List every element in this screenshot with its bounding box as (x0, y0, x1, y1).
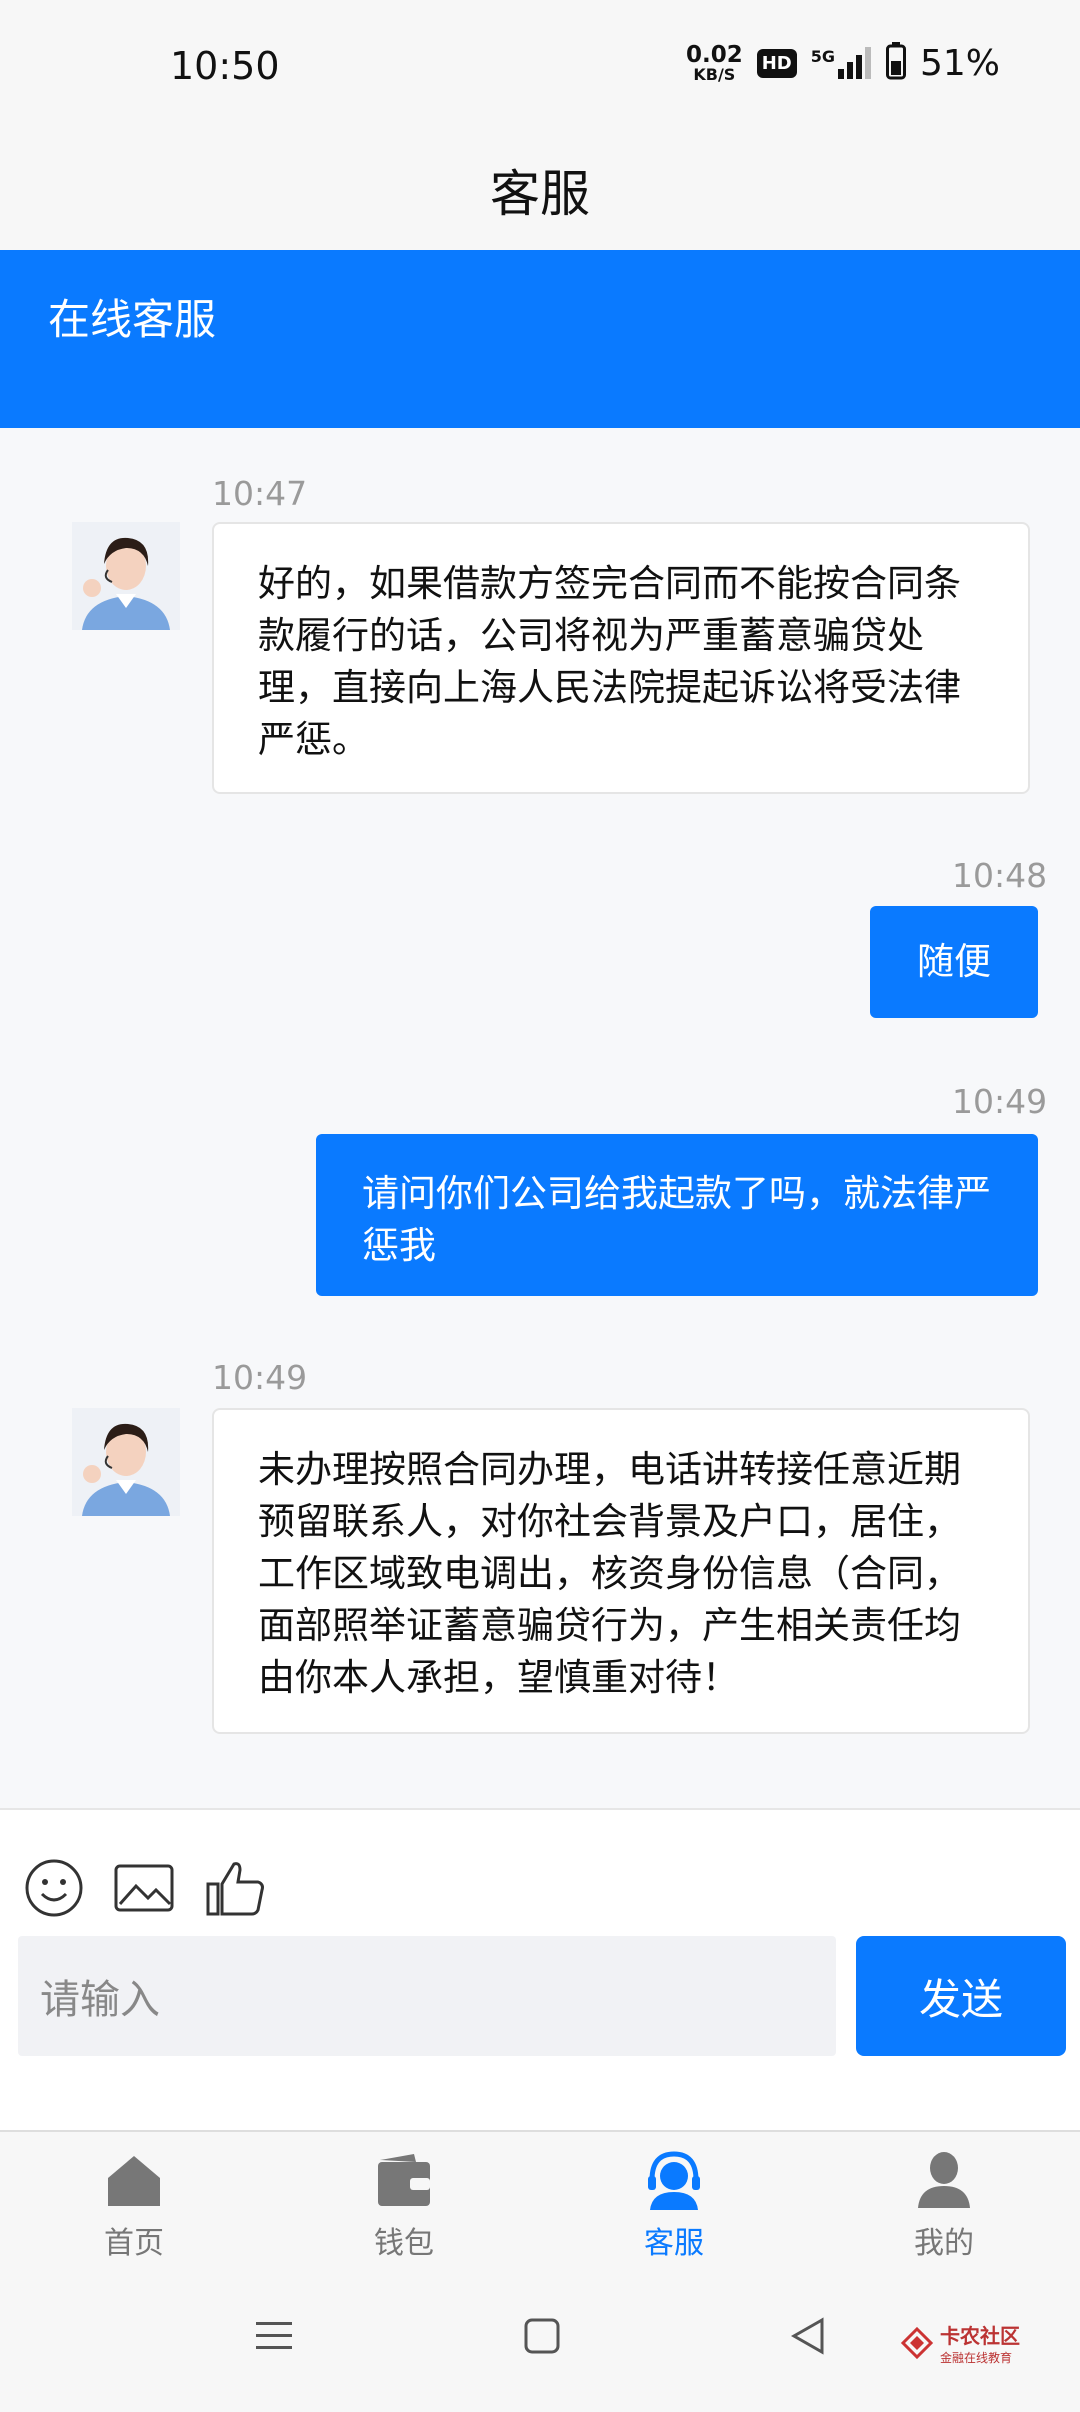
nav-home[interactable]: 首页 (34, 2150, 234, 2262)
signal-icon: 5G (811, 47, 872, 79)
home-icon (108, 2156, 160, 2206)
watermark-logo-icon (900, 2326, 934, 2360)
nav-wallet-label: 钱包 (374, 2226, 434, 2261)
image-icon[interactable] (112, 1856, 176, 1920)
system-nav-bar: 卡农社区 金融在线教育 (0, 2270, 1080, 2412)
net-speed-value: 0.02 (685, 41, 743, 68)
net-speed: 0.02 KB/S (685, 41, 743, 84)
net-speed-unit: KB/S (693, 64, 736, 84)
message-time: 10:49 (952, 1082, 1048, 1121)
online-service-banner: 在线客服 (0, 250, 1080, 428)
agent-avatar (72, 522, 180, 630)
app-screen: 10:50 0.02 KB/S HD 5G 51% 客服 在线客服 10:47 … (0, 0, 1080, 2412)
message-time: 10:49 (212, 1358, 308, 1397)
message-time: 10:47 (212, 474, 308, 513)
nav-mine-label: 我的 (914, 2226, 974, 2261)
menu-icon[interactable] (254, 2316, 294, 2360)
watermark-title: 卡农社区 (940, 2324, 1020, 2348)
banner-label: 在线客服 (48, 295, 217, 344)
user-message-bubble: 随便 (870, 906, 1038, 1018)
nav-wallet[interactable]: 钱包 (304, 2150, 504, 2262)
page-header: 客服 (0, 130, 1080, 250)
home-button-icon[interactable] (522, 2316, 562, 2360)
agent-avatar (72, 1408, 180, 1516)
battery-icon (885, 42, 906, 84)
wallet-icon (378, 2154, 430, 2206)
agent-message-bubble: 未办理按照合同办理，电话讲转接任意近期预留联系人，对你社会背景及户口，居住，工作… (212, 1408, 1030, 1734)
status-icons: 0.02 KB/S HD 5G 51% (686, 42, 1000, 84)
back-icon[interactable] (788, 2316, 828, 2360)
watermark-subtitle: 金融在线教育 (940, 2351, 1013, 2365)
battery-level: 51% (919, 42, 1000, 84)
chat-area[interactable]: 10:47 好的，如果借款方签完合同而不能按合同条款履行的话，公司将视为严重蓄意… (0, 428, 1080, 1808)
nav-home-label: 首页 (104, 2226, 164, 2261)
message-time: 10:48 (952, 856, 1048, 895)
page-title: 客服 (490, 165, 590, 223)
nav-service[interactable]: 客服 (574, 2150, 774, 2262)
status-bar: 10:50 0.02 KB/S HD 5G 51% (0, 0, 1080, 130)
hd-badge: HD (756, 48, 797, 78)
bottom-nav: 首页 钱包 客服 我的 (0, 2130, 1080, 2270)
person-icon (918, 2152, 970, 2208)
nav-mine[interactable]: 我的 (844, 2150, 1044, 2262)
message-input[interactable]: 请输入 (18, 1936, 836, 2056)
thumbs-up-icon[interactable] (204, 1856, 268, 1920)
headset-icon (648, 2151, 700, 2210)
agent-message-bubble: 好的，如果借款方签完合同而不能按合同条款履行的话，公司将视为严重蓄意骗贷处理，直… (212, 522, 1030, 794)
network-type: 5G (810, 47, 835, 66)
composer: 请输入 发送 (0, 1808, 1080, 2130)
nav-service-label: 客服 (644, 2226, 704, 2261)
user-message-bubble: 请问你们公司给我起款了吗，就法律严惩我 (316, 1134, 1038, 1296)
watermark: 卡农社区 金融在线教育 (900, 2320, 1020, 2366)
emoji-icon[interactable] (22, 1856, 86, 1920)
send-button[interactable]: 发送 (856, 1936, 1066, 2056)
status-time: 10:50 (170, 44, 280, 88)
